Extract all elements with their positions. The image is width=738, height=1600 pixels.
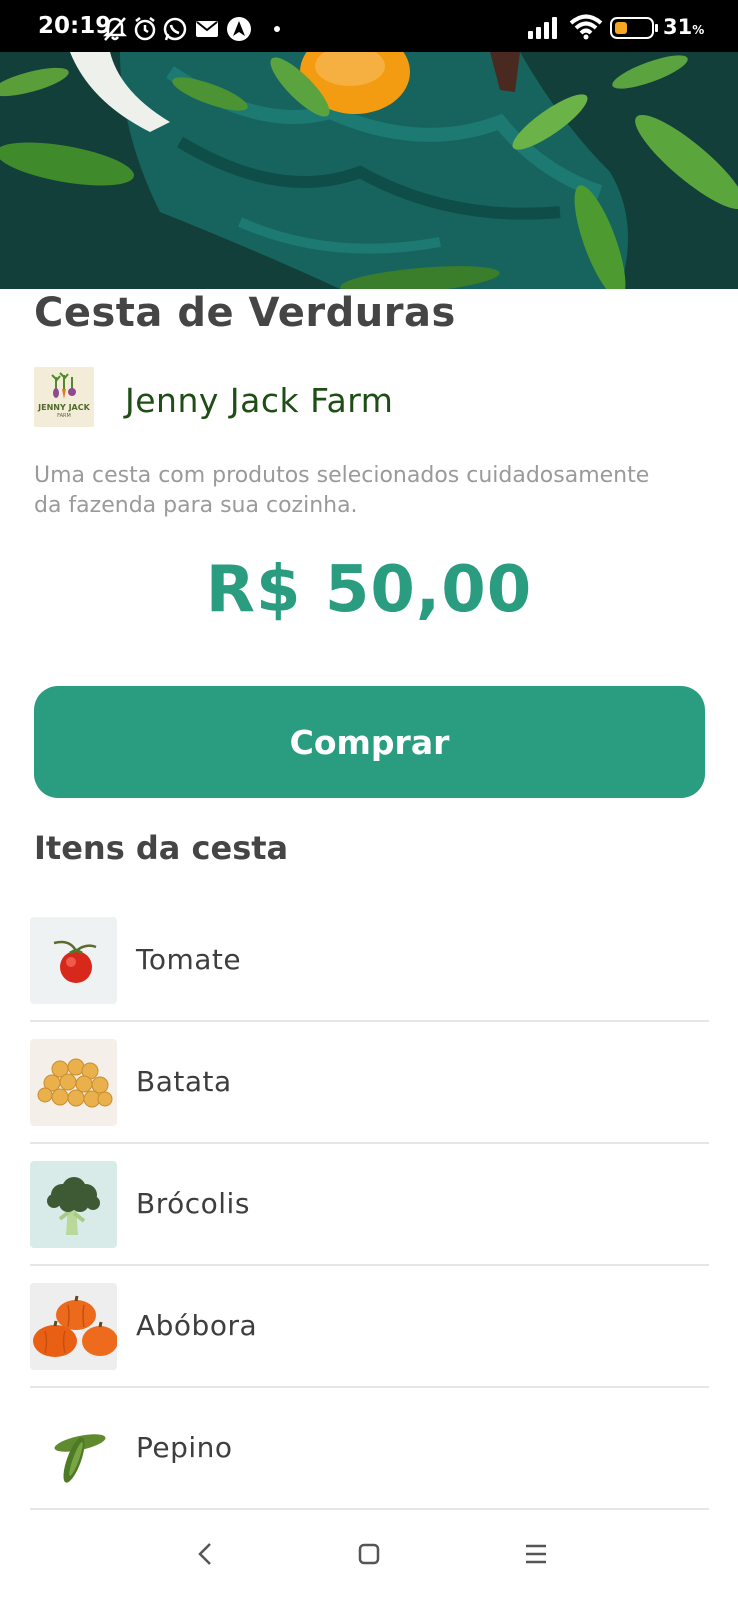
signal-icon: [528, 17, 557, 39]
tomato-image: [30, 917, 117, 1004]
cucumber-image: [30, 1405, 117, 1492]
broccoli-image: [30, 1161, 117, 1248]
item-label: Brócolis: [136, 1187, 250, 1220]
farm-name[interactable]: Jenny Jack Farm: [125, 381, 393, 420]
alarm-icon: [134, 17, 156, 41]
home-icon[interactable]: [347, 1532, 391, 1576]
basket-section-title: Itens da cesta: [34, 829, 289, 867]
list-item[interactable]: Batata: [30, 1022, 709, 1144]
status-time: 20:19: [38, 13, 112, 39]
product-title: Cesta de Verduras: [34, 290, 456, 336]
product-description: Uma cesta com produtos selecionados cuid…: [34, 463, 650, 518]
battery-icon: [610, 17, 658, 39]
mail-icon: [196, 21, 218, 37]
bell-off-icon: [103, 17, 127, 41]
farm-logo-subtext: FARM: [57, 413, 71, 419]
farm-logo[interactable]: JENNY JACK FARM: [34, 367, 94, 427]
buy-button[interactable]: Comprar: [34, 686, 705, 798]
navigation-icon: [227, 17, 251, 41]
list-item[interactable]: Pepino: [30, 1388, 709, 1510]
menu-icon[interactable]: [514, 1532, 558, 1576]
system-nav-bar: [0, 1510, 738, 1600]
wifi-icon: [569, 14, 603, 40]
list-item[interactable]: Brócolis: [30, 1144, 709, 1266]
status-bar: 20:19 31%: [0, 0, 738, 52]
basket-items-list: Tomate Batata Brócolis Abóbora Pepino: [30, 900, 709, 1510]
battery-percent: 31%: [663, 15, 705, 39]
back-icon[interactable]: [184, 1532, 228, 1576]
list-item[interactable]: Abóbora: [30, 1266, 709, 1388]
item-label: Batata: [136, 1065, 232, 1098]
potato-image: [30, 1039, 117, 1126]
item-label: Tomate: [136, 943, 242, 976]
farm-logo-text: JENNY JACK: [37, 403, 90, 412]
hero-image: [0, 52, 738, 289]
dot-icon: [274, 26, 280, 32]
list-item[interactable]: Tomate: [30, 900, 709, 1022]
item-label: Abóbora: [136, 1309, 258, 1342]
item-label: Pepino: [136, 1431, 233, 1464]
pumpkin-image: [30, 1283, 117, 1370]
whatsapp-icon: [163, 17, 187, 41]
product-price: R$ 50,00: [205, 553, 533, 627]
